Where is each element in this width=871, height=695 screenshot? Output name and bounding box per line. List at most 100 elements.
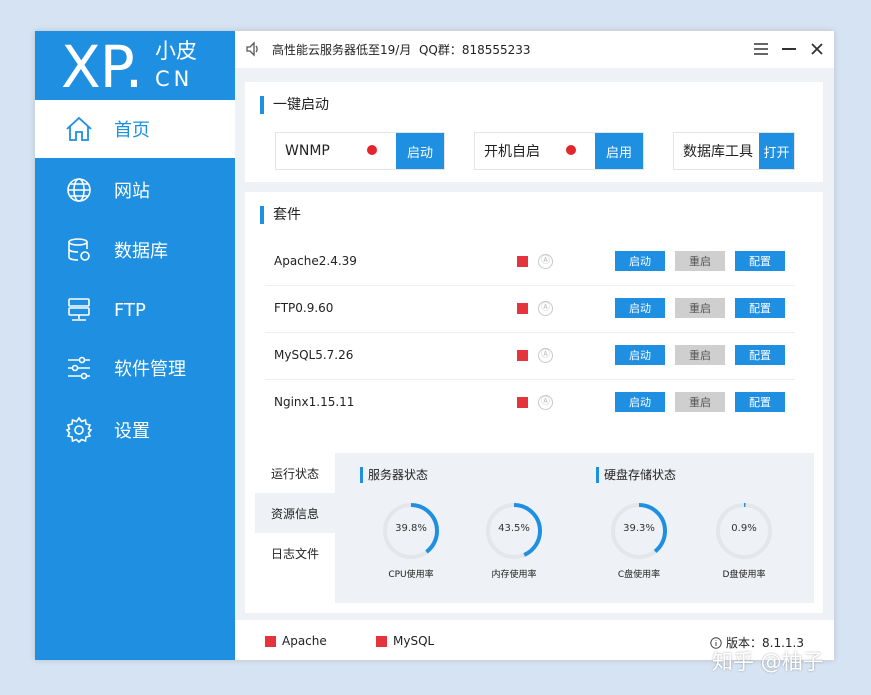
tab-resource-info[interactable]: 资源信息 <box>255 493 335 533</box>
gauge-label: C盘使用率 <box>617 570 661 580</box>
watermark: 知乎 @柚子 <box>712 650 824 674</box>
c-drive-gauge: 39.3% C盘使用率 <box>609 501 669 580</box>
sidebar: XP. 小皮 CN 首页 网站 数据库 FTP 软件管理 设置 <box>35 31 235 660</box>
status-indicator <box>517 303 528 314</box>
logo-cn: CN <box>155 67 194 91</box>
auto-icon[interactable]: Ⓐ <box>538 395 553 410</box>
section-title: 一键启动 <box>260 96 329 114</box>
gear-icon <box>64 415 94 445</box>
gauge-label: D盘使用率 <box>722 570 766 580</box>
start-button[interactable]: 启动 <box>615 392 665 412</box>
start-button[interactable]: 启动 <box>615 251 665 271</box>
section-title: 套件 <box>260 206 301 224</box>
table-row: Nginx1.15.11 Ⓐ 启动 重启 配置 <box>265 380 795 426</box>
quick-item-dbtool: 数据库工具 打开 <box>673 132 795 170</box>
logo-xp: XP. <box>61 33 143 101</box>
legend-marker <box>376 635 387 647</box>
legend-label: MySQL <box>393 634 435 648</box>
cpu-gauge: 39.8% CPU使用率 <box>381 501 441 580</box>
config-button[interactable]: 配置 <box>735 345 785 365</box>
suite-panel: 套件 Apache2.4.39 Ⓐ 启动 重启 配置 FTP0.9.60 Ⓐ 启… <box>245 192 823 464</box>
auto-icon[interactable]: Ⓐ <box>538 348 553 363</box>
status-indicator <box>517 256 528 267</box>
legend-apache: Apache <box>265 634 327 648</box>
sidebar-item-label: 网站 <box>114 181 150 202</box>
status-indicator <box>517 397 528 408</box>
config-button[interactable]: 配置 <box>735 298 785 318</box>
menu-button[interactable] <box>751 39 771 59</box>
start-button[interactable]: 启动 <box>615 345 665 365</box>
auto-icon[interactable]: Ⓐ <box>538 254 553 269</box>
suite-name: MySQL5.7.26 <box>274 348 354 362</box>
sidebar-item-label: 首页 <box>114 120 150 141</box>
home-icon <box>64 114 94 144</box>
suite-name: Apache2.4.39 <box>274 254 357 268</box>
status-dot <box>566 145 576 155</box>
start-button[interactable]: 启动 <box>615 298 665 318</box>
sidebar-item-label: 软件管理 <box>114 359 186 380</box>
notice-text[interactable]: 高性能云服务器低至19/月 QQ群：818555233 <box>272 41 531 58</box>
minimize-button[interactable] <box>779 39 799 59</box>
status-indicator <box>517 350 528 361</box>
suite-name: FTP0.9.60 <box>274 301 334 315</box>
restart-button[interactable]: 重启 <box>675 345 725 365</box>
app-window: XP. 小皮 CN 首页 网站 数据库 FTP 软件管理 设置 高性能云服务器低… <box>35 31 834 660</box>
table-row: Apache2.4.39 Ⓐ 启动 重启 配置 <box>265 239 795 286</box>
database-icon <box>64 235 94 265</box>
config-button[interactable]: 配置 <box>735 251 785 271</box>
restart-button[interactable]: 重启 <box>675 392 725 412</box>
legend-label: Apache <box>282 634 327 648</box>
main-content: 高性能云服务器低至19/月 QQ群：818555233 一键启动 WNMP 启动… <box>235 31 834 660</box>
sidebar-item-database[interactable]: 数据库 <box>35 221 235 279</box>
table-row: FTP0.9.60 Ⓐ 启动 重启 配置 <box>265 286 795 333</box>
sidebar-item-home[interactable]: 首页 <box>35 100 235 158</box>
tab-log-files[interactable]: 日志文件 <box>255 533 335 573</box>
memory-gauge: 43.5% 内存使用率 <box>484 501 544 580</box>
gauge-label: CPU使用率 <box>388 570 434 580</box>
auto-icon[interactable]: Ⓐ <box>538 301 553 316</box>
d-drive-gauge: 0.9% D盘使用率 <box>714 501 774 580</box>
gauge-value: 39.3% <box>623 523 655 534</box>
tab-run-status[interactable]: 运行状态 <box>255 453 335 493</box>
suite-name: Nginx1.15.11 <box>274 395 355 409</box>
quick-label: 数据库工具 <box>683 144 753 160</box>
server-icon <box>64 295 94 325</box>
sidebar-item-label: FTP <box>114 299 146 321</box>
title-bar: 高性能云服务器低至19/月 QQ群：818555233 <box>235 31 834 68</box>
quick-label: WNMP <box>285 143 330 159</box>
table-row: MySQL5.7.26 Ⓐ 启动 重启 配置 <box>265 333 795 380</box>
info-panel: 运行状态 资源信息 日志文件 服务器状态 硬盘存储状态 39.8% CPU使用率… <box>245 443 823 613</box>
legend-mysql: MySQL <box>376 634 434 648</box>
gauge-value: 43.5% <box>498 523 530 534</box>
dbtool-open-button[interactable]: 打开 <box>759 133 794 169</box>
sidebar-item-label: 设置 <box>114 421 150 442</box>
sidebar-item-website[interactable]: 网站 <box>35 161 235 219</box>
restart-button[interactable]: 重启 <box>675 298 725 318</box>
logo-xiao: 小皮 <box>155 39 197 63</box>
sidebar-item-software[interactable]: 软件管理 <box>35 339 235 397</box>
config-button[interactable]: 配置 <box>735 392 785 412</box>
resource-stats: 服务器状态 硬盘存储状态 39.8% CPU使用率 43.5% 内存使用率 39… <box>335 453 814 603</box>
close-button[interactable] <box>807 39 827 59</box>
autostart-enable-button[interactable]: 启用 <box>595 133 643 169</box>
quick-item-autostart: 开机自启 启用 <box>474 132 644 170</box>
logo: XP. 小皮 CN <box>35 31 235 100</box>
speaker-icon <box>245 41 261 61</box>
gauge-label: 内存使用率 <box>491 570 537 580</box>
gauge-value: 39.8% <box>395 523 427 534</box>
server-status-title: 服务器状态 <box>360 467 428 483</box>
sliders-icon <box>64 353 94 383</box>
sidebar-item-settings[interactable]: 设置 <box>35 401 235 459</box>
quick-label: 开机自启 <box>484 144 540 160</box>
quickstart-panel: 一键启动 WNMP 启动 开机自启 启用 数据库工具 打开 <box>245 82 823 182</box>
restart-button[interactable]: 重启 <box>675 251 725 271</box>
sidebar-item-ftp[interactable]: FTP <box>35 281 235 339</box>
disk-status-title: 硬盘存储状态 <box>596 467 676 483</box>
quick-item-wnmp: WNMP 启动 <box>275 132 445 170</box>
sidebar-item-label: 数据库 <box>114 241 168 262</box>
globe-icon <box>64 175 94 205</box>
gauge-value: 0.9% <box>731 523 757 534</box>
wnmp-start-button[interactable]: 启动 <box>396 133 444 169</box>
legend-marker <box>265 635 276 647</box>
status-dot <box>367 145 377 155</box>
